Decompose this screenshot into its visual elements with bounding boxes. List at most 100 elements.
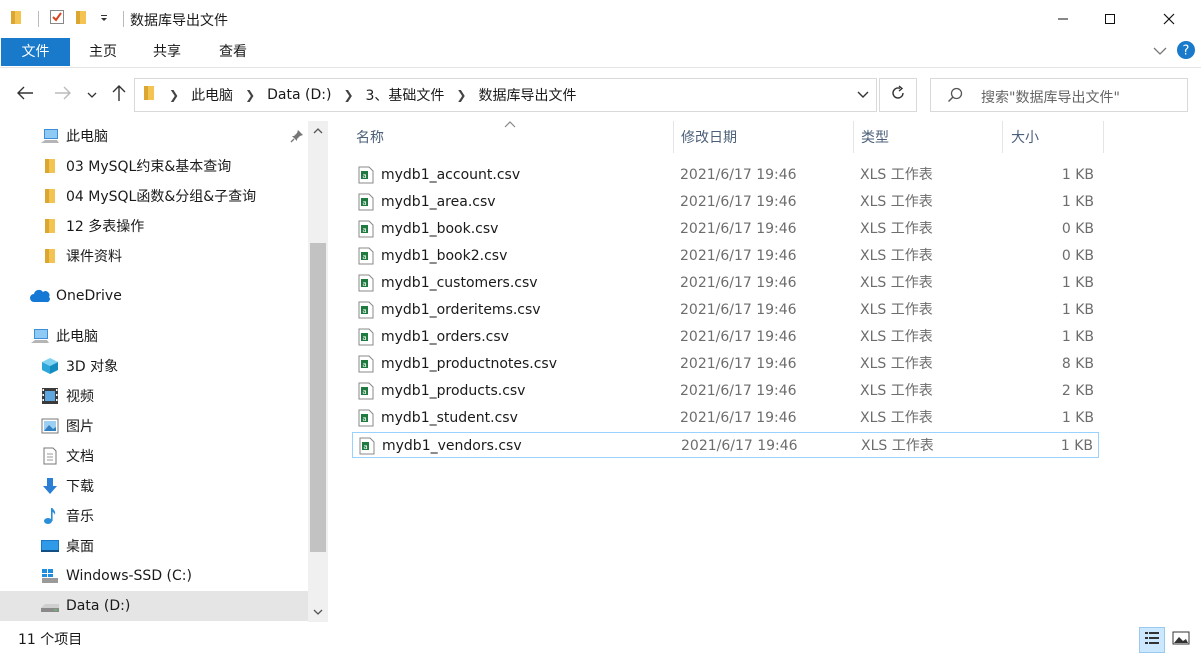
nav-item-label: Windows-SSD (C:) <box>66 568 192 584</box>
pin-icon[interactable] <box>290 129 304 147</box>
nav-item-windows-drive[interactable]: Windows-SSD (C:) <box>0 561 308 591</box>
file-type: XLS 工作表 <box>860 221 933 237</box>
file-row[interactable]: a mydb1_book.csv 2021/6/17 19:46 XLS 工作表… <box>352 216 1099 242</box>
column-divider[interactable] <box>1103 121 1104 153</box>
nav-item-label: 课件资料 <box>66 249 122 265</box>
large-icons-view-button[interactable] <box>1168 627 1194 653</box>
file-row[interactable]: a mydb1_products.csv 2021/6/17 19:46 XLS… <box>352 378 1099 404</box>
nav-item-onedrive[interactable]: OneDrive <box>0 281 308 311</box>
file-row[interactable]: a mydb1_book2.csv 2021/6/17 19:46 XLS 工作… <box>352 243 1099 269</box>
scroll-thumb[interactable] <box>310 243 326 552</box>
nav-item-pictures[interactable]: 图片 <box>0 411 308 441</box>
customize-dropdown-icon[interactable] <box>99 11 109 27</box>
breadcrumb-item[interactable]: 数据库导出文件 <box>478 85 576 105</box>
back-button[interactable] <box>12 80 38 110</box>
nav-item-3d-objects[interactable]: 3D 对象 <box>0 351 308 381</box>
column-header-name[interactable]: 名称 <box>356 121 672 153</box>
nav-item-folder[interactable]: 12 多表操作 <box>0 211 308 241</box>
nav-item-videos[interactable]: 视频 <box>0 381 308 411</box>
tab-home[interactable]: 主页 <box>80 38 126 66</box>
up-button[interactable] <box>106 80 132 110</box>
folder-icon[interactable] <box>10 9 24 29</box>
quick-access-toolbar <box>10 9 134 29</box>
file-size: 1 KB <box>1061 275 1094 291</box>
file-row[interactable]: a mydb1_area.csv 2021/6/17 19:46 XLS 工作表… <box>352 189 1099 215</box>
tab-share[interactable]: 共享 <box>144 38 190 66</box>
minimize-button[interactable] <box>1040 0 1086 38</box>
scroll-down-button[interactable] <box>308 602 328 622</box>
music-icon <box>40 506 60 526</box>
file-row[interactable]: a mydb1_vendors.csv 2021/6/17 19:46 XLS … <box>352 432 1099 458</box>
nav-item-downloads[interactable]: 下载 <box>0 471 308 501</box>
breadcrumb-item[interactable]: 此电脑 <box>191 85 233 105</box>
file-row[interactable]: a mydb1_productnotes.csv 2021/6/17 19:46… <box>352 351 1099 377</box>
nav-item-this-pc[interactable]: 此电脑 <box>0 321 308 351</box>
search-input[interactable]: 搜索"数据库导出文件" <box>930 78 1188 112</box>
nav-item-desktop[interactable]: 桌面 <box>0 531 308 561</box>
details-view-button[interactable] <box>1139 627 1165 653</box>
file-type: XLS 工作表 <box>860 167 933 183</box>
file-name: mydb1_customers.csv <box>381 275 538 291</box>
ribbon: 文件 主页 共享 查看 ? <box>0 38 1201 68</box>
column-divider[interactable] <box>853 121 854 153</box>
file-row[interactable]: a mydb1_student.csv 2021/6/17 19:46 XLS … <box>352 405 1099 431</box>
nav-item-data-drive[interactable]: Data (D:) <box>0 591 308 621</box>
nav-item-label: 此电脑 <box>66 129 108 145</box>
file-row[interactable]: a mydb1_orderitems.csv 2021/6/17 19:46 X… <box>352 297 1099 323</box>
drive-icon <box>40 596 60 616</box>
column-header-date[interactable]: 修改日期 <box>681 121 851 153</box>
desktop-icon <box>40 536 60 556</box>
nav-item-this-pc-quick[interactable]: 此电脑 <box>0 121 308 151</box>
nav-item-folder[interactable]: 04 MySQL函数&分组&子查询 <box>0 181 308 211</box>
chevron-right-icon[interactable]: ❯ <box>169 88 179 102</box>
maximize-button[interactable] <box>1087 0 1133 38</box>
navigation-pane: 此电脑 03 MySQL约束&基本查询 04 MySQL函数&分组&子查询 12… <box>0 121 308 621</box>
csv-file-icon: a <box>358 328 374 350</box>
nav-scrollbar[interactable] <box>308 121 328 622</box>
arrow-left-icon <box>16 86 34 104</box>
tab-file[interactable]: 文件 <box>1 38 70 66</box>
file-size: 0 KB <box>1061 221 1094 237</box>
column-divider[interactable] <box>673 121 674 153</box>
recent-locations-button[interactable] <box>82 80 102 110</box>
file-name: mydb1_book2.csv <box>381 248 508 264</box>
file-type: XLS 工作表 <box>860 356 933 372</box>
breadcrumb-item[interactable]: Data (D:) <box>267 87 331 103</box>
svg-text:a: a <box>362 388 366 396</box>
breadcrumb-item[interactable]: 3、基础文件 <box>366 85 445 105</box>
chevron-down-icon[interactable] <box>856 87 870 105</box>
file-date: 2021/6/17 19:46 <box>680 194 797 210</box>
nav-item-documents[interactable]: 文档 <box>0 441 308 471</box>
nav-item-folder[interactable]: 课件资料 <box>0 241 308 271</box>
forward-button[interactable] <box>50 80 76 110</box>
file-row[interactable]: a mydb1_orders.csv 2021/6/17 19:46 XLS 工… <box>352 324 1099 350</box>
csv-file-icon: a <box>358 301 374 323</box>
chevron-right-icon[interactable]: ❯ <box>343 88 353 102</box>
file-row[interactable]: a mydb1_account.csv 2021/6/17 19:46 XLS … <box>352 162 1099 188</box>
nav-item-folder[interactable]: 03 MySQL约束&基本查询 <box>0 151 308 181</box>
help-button[interactable]: ? <box>1176 38 1196 66</box>
file-name: mydb1_orders.csv <box>381 329 509 345</box>
column-divider[interactable] <box>1002 121 1003 153</box>
tab-view[interactable]: 查看 <box>210 38 256 66</box>
close-button[interactable] <box>1146 0 1192 38</box>
chevron-right-icon[interactable]: ❯ <box>456 88 466 102</box>
new-folder-icon[interactable] <box>75 9 89 29</box>
file-name: mydb1_productnotes.csv <box>381 356 558 372</box>
file-name: mydb1_student.csv <box>381 410 518 426</box>
file-size: 0 KB <box>1061 248 1094 264</box>
properties-icon[interactable] <box>49 9 65 29</box>
svg-text:?: ? <box>1183 44 1190 59</box>
address-bar[interactable]: ❯ 此电脑 ❯ Data (D:) ❯ 3、基础文件 ❯ 数据库导出文件 <box>134 78 877 112</box>
file-row[interactable]: a mydb1_customers.csv 2021/6/17 19:46 XL… <box>352 270 1099 296</box>
refresh-button[interactable] <box>879 78 917 112</box>
nav-item-music[interactable]: 音乐 <box>0 501 308 531</box>
column-header-type[interactable]: 类型 <box>861 121 1001 153</box>
file-name: mydb1_account.csv <box>381 167 521 183</box>
column-header-size[interactable]: 大小 <box>1011 121 1101 153</box>
scroll-up-button[interactable] <box>308 121 328 141</box>
chevron-right-icon[interactable]: ❯ <box>245 88 255 102</box>
pc-icon <box>30 326 50 346</box>
expand-ribbon-button[interactable] <box>1153 38 1167 66</box>
windows-drive-icon <box>40 566 60 586</box>
